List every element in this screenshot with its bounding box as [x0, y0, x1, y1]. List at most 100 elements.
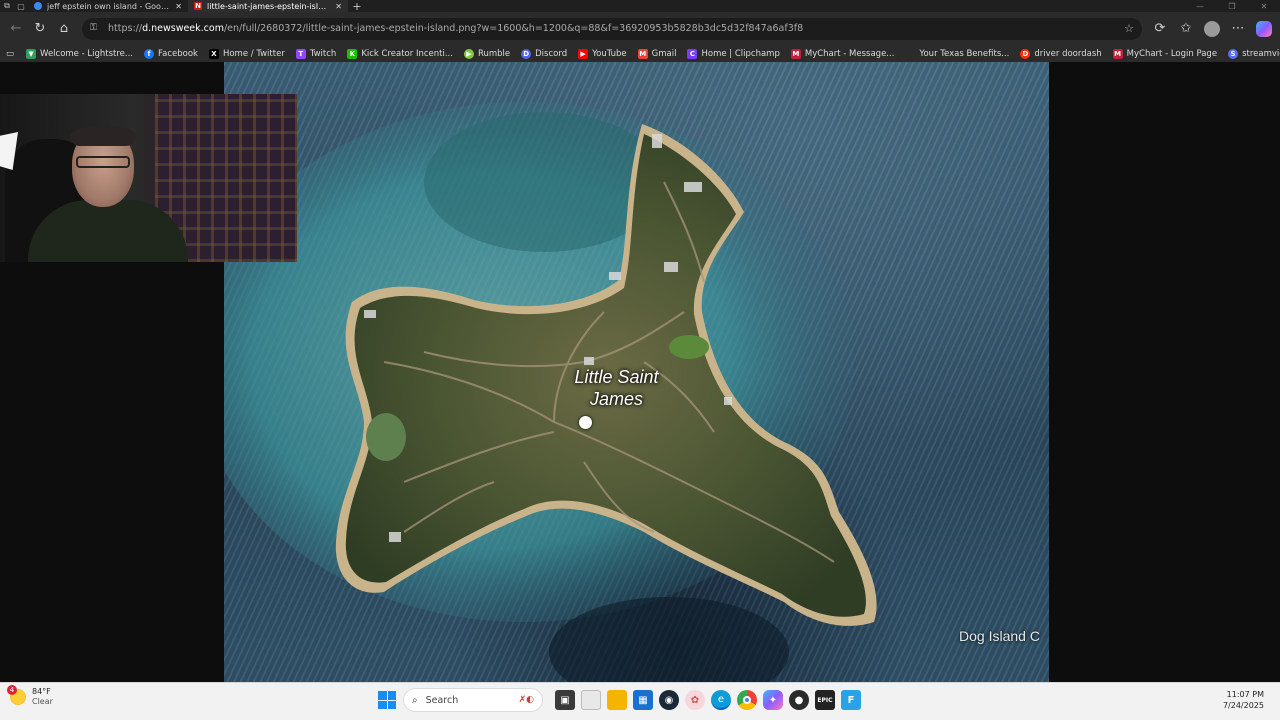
- file-icon[interactable]: [581, 690, 601, 710]
- window-controls: — ❐ ✕: [1184, 2, 1280, 11]
- toolbar-right: ⟳ ✩ ⋯: [1148, 17, 1276, 41]
- doordash-icon: D: [1020, 48, 1031, 59]
- taskbar-apps: ⌕ Search ✗◐ ▣ ▦ ◉ ✿ e ✦ ● EPIC F: [377, 688, 861, 712]
- bookmark-label: driver doordash: [1034, 48, 1102, 59]
- bookmark-label: streamviewersbot p...: [1242, 48, 1280, 59]
- refresh-icon[interactable]: ↻: [28, 17, 52, 41]
- bookmark-label: Home | Clipchamp: [701, 48, 780, 59]
- tab-newsweek-image[interactable]: N little-saint-james-epstein-island.p ✕: [188, 0, 348, 12]
- minimize-icon[interactable]: —: [1184, 2, 1216, 11]
- streamviewersbot-icon: S: [1228, 48, 1239, 59]
- bookmark-gmail[interactable]: M Gmail: [637, 48, 677, 59]
- workspaces-icon[interactable]: ⧉: [0, 0, 14, 12]
- address-bar[interactable]: ⚿ https://d.newsweek.com/en/full/2680372…: [82, 17, 1142, 40]
- bookmark-label: Facebook: [158, 48, 198, 59]
- fortnite-icon[interactable]: F: [841, 690, 861, 710]
- bookmark-doordash[interactable]: Ddriver doordash: [1020, 48, 1102, 59]
- neighbor-island-label: Dog Island C: [959, 628, 1040, 644]
- edge-icon[interactable]: e: [711, 690, 731, 710]
- bookmark-label: MyChart - Message...: [804, 48, 895, 59]
- taskbar: 4 84°F Clear ⌕ Search ✗◐ ▣ ▦ ◉ ✿ e ✦ ● E…: [0, 682, 1280, 720]
- chrome-icon[interactable]: [737, 690, 757, 710]
- new-tab-button[interactable]: +: [348, 0, 366, 13]
- task-view-icon[interactable]: ▣: [555, 690, 575, 710]
- rumble-icon: ▶: [463, 48, 474, 59]
- profile-button[interactable]: [1200, 17, 1224, 41]
- bookmark-mychart-message[interactable]: M MyChart - Message...: [790, 48, 895, 59]
- island-label-line1: Little Saint: [574, 367, 659, 387]
- location-marker-icon: [579, 416, 592, 429]
- webcam-overlay: [0, 94, 297, 262]
- home-icon[interactable]: ⌂: [52, 17, 76, 41]
- notification-badge: 4: [7, 685, 17, 695]
- bookmark-texas-benefits[interactable]: Your Texas Benefits...: [919, 49, 1009, 59]
- bookmark-label: Home / Twitter: [222, 48, 285, 59]
- start-button[interactable]: [377, 690, 397, 710]
- tab-title: little-saint-james-epstein-island.p: [207, 1, 331, 11]
- youtube-icon: ▶: [578, 48, 589, 59]
- clipchamp-icon: C: [687, 48, 698, 59]
- x-icon: X: [208, 48, 219, 59]
- epic-games-icon[interactable]: EPIC: [815, 690, 835, 710]
- bookmark-facebook[interactable]: f Facebook: [144, 48, 198, 59]
- extensions-icon[interactable]: ⟳: [1148, 17, 1172, 41]
- copilot-icon[interactable]: [1252, 17, 1276, 41]
- bookmark-twitch[interactable]: T Twitch: [295, 48, 336, 59]
- back-arrow-icon[interactable]: ←: [4, 17, 28, 41]
- bookmark-rumble[interactable]: ▶ Rumble: [463, 48, 511, 59]
- steam-icon[interactable]: ◉: [659, 690, 679, 710]
- favorites-icon[interactable]: ✩: [1174, 17, 1198, 41]
- weather-widget[interactable]: 4 84°F Clear: [7, 685, 53, 707]
- page-content: Little Saint James Dog Island C: [0, 62, 1280, 682]
- weather-temp: 84°F: [32, 687, 51, 696]
- satellite-image: Little Saint James Dog Island C: [224, 62, 1049, 682]
- bookmark-clipchamp[interactable]: C Home | Clipchamp: [687, 48, 780, 59]
- store-icon[interactable]: ▦: [633, 690, 653, 710]
- taskbar-search[interactable]: ⌕ Search ✗◐: [403, 688, 543, 712]
- obs-icon[interactable]: ●: [789, 690, 809, 710]
- system-clock[interactable]: 11:07 PM 7/24/2025: [1223, 689, 1264, 711]
- copilot-app-icon[interactable]: ✦: [763, 690, 783, 710]
- tab-google-search[interactable]: jeff epstein own island - Google S ✕: [28, 0, 188, 12]
- search-highlight-icon: ✗◐: [518, 695, 534, 705]
- bookmark-label: YouTube: [592, 48, 627, 59]
- restore-icon[interactable]: ❐: [1216, 2, 1248, 11]
- favorite-star-icon[interactable]: ☆: [1124, 22, 1134, 35]
- app-pink-icon[interactable]: ✿: [685, 690, 705, 710]
- bookmark-mychart-login[interactable]: M MyChart - Login Page: [1112, 48, 1218, 59]
- close-window-icon[interactable]: ✕: [1248, 2, 1280, 11]
- bookmark-discord[interactable]: D Discord: [521, 48, 568, 59]
- bookmark-label: Welcome - Lightstre...: [40, 48, 133, 59]
- tab-title: jeff epstein own island - Google S: [47, 1, 171, 11]
- newsweek-favicon-icon: N: [194, 2, 202, 10]
- gmail-icon: M: [637, 48, 648, 59]
- copilot-logo: [1256, 20, 1272, 37]
- search-placeholder: Search: [425, 694, 459, 706]
- site-info-icon[interactable]: ⚿: [90, 23, 102, 35]
- bookmarks-toggle-icon[interactable]: ▭: [6, 49, 14, 59]
- bookmark-label: Rumble: [477, 48, 511, 59]
- more-menu-icon[interactable]: ⋯: [1226, 17, 1250, 41]
- file-explorer-icon[interactable]: [607, 690, 627, 710]
- clock-date: 7/24/2025: [1222, 701, 1264, 710]
- url-text[interactable]: https://d.newsweek.com/en/full/2680372/l…: [108, 23, 1124, 34]
- mychart-icon: M: [790, 48, 801, 59]
- weather-text: 84°F Clear: [32, 687, 53, 707]
- navigation-bar: ← ↻ ⌂ ⚿ https://d.newsweek.com/en/full/2…: [0, 12, 1280, 45]
- avatar: [1204, 20, 1220, 37]
- bookmark-kick[interactable]: K Kick Creator Incenti...: [347, 48, 453, 59]
- close-tab-icon[interactable]: ✕: [335, 2, 342, 11]
- bookmark-twitter[interactable]: X Home / Twitter: [208, 48, 285, 59]
- bookmark-streamviewersbot[interactable]: Sstreamviewersbot p...: [1228, 48, 1280, 59]
- tab-actions-icon[interactable]: ▢: [14, 0, 28, 12]
- bookmark-label: Kick Creator Incenti...: [361, 48, 453, 59]
- windows-logo-icon: [378, 691, 396, 709]
- bookmark-label: MyChart - Login Page: [1126, 48, 1218, 59]
- twitch-icon: T: [295, 48, 306, 59]
- bookmark-label: Gmail: [651, 48, 677, 59]
- bookmark-label: Your Texas Benefits...: [919, 48, 1010, 59]
- bookmark-lightstream[interactable]: ▼ Welcome - Lightstre...: [26, 48, 133, 59]
- bookmark-youtube[interactable]: ▶ YouTube: [578, 48, 627, 59]
- bookmark-label: Discord: [535, 48, 568, 59]
- close-tab-icon[interactable]: ✕: [175, 2, 182, 11]
